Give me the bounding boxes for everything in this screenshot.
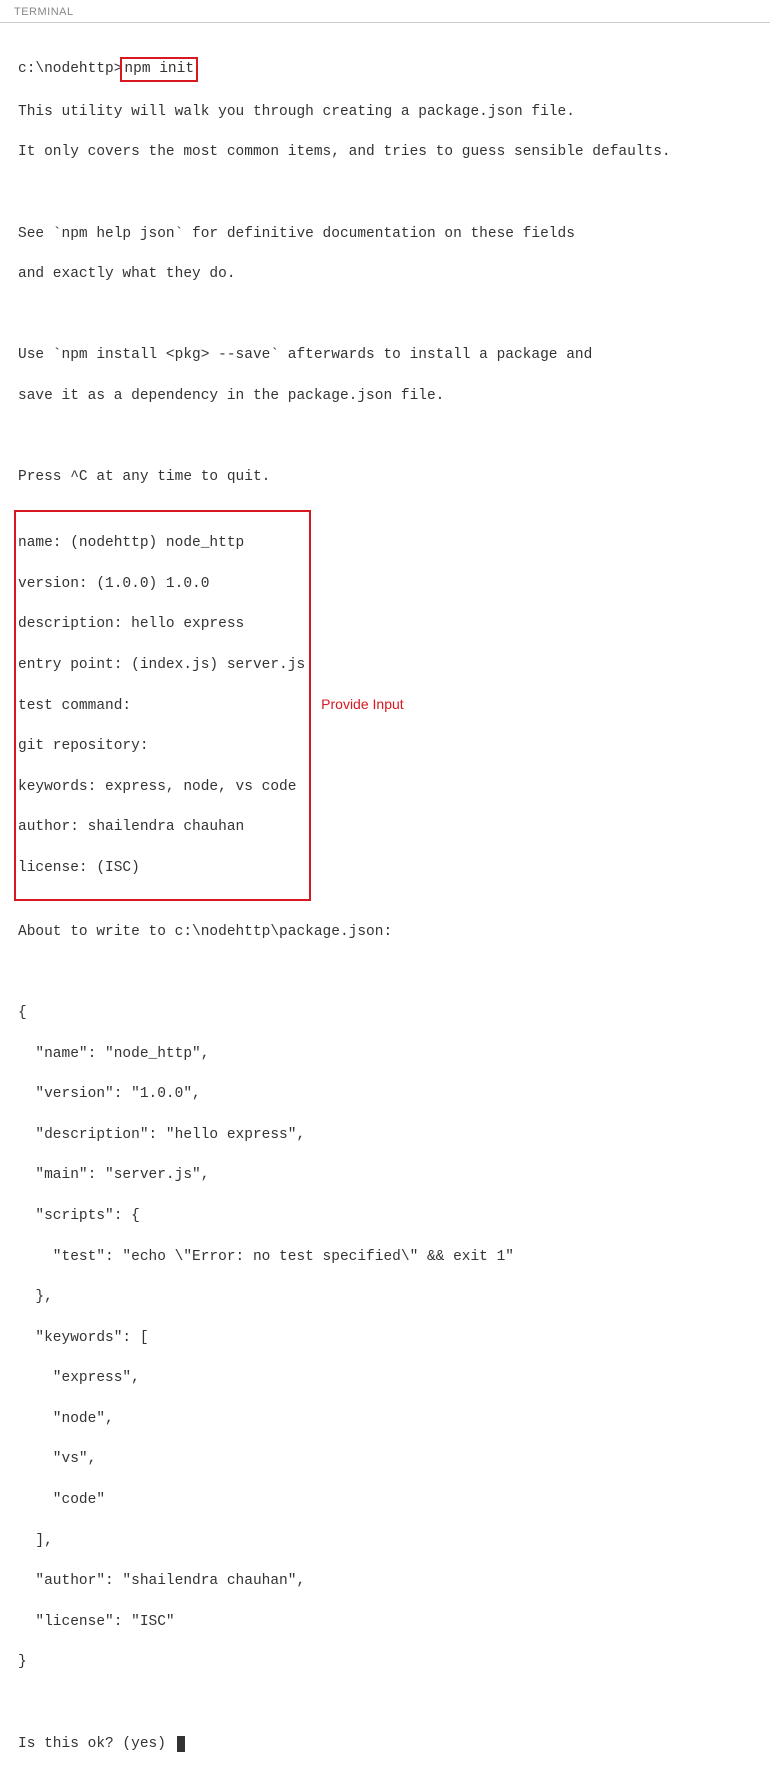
input-line: description: hello express xyxy=(18,614,305,634)
intro-line: and exactly what they do. xyxy=(18,264,752,284)
input-line: author: shailendra chauhan xyxy=(18,817,305,837)
json-line: "author": "shailendra chauhan", xyxy=(18,1571,752,1591)
json-line: "vs", xyxy=(18,1449,752,1469)
json-line: "scripts": { xyxy=(18,1206,752,1226)
intro-line: It only covers the most common items, an… xyxy=(18,142,752,162)
panel-title: TERMINAL xyxy=(14,6,74,18)
json-line: "name": "node_http", xyxy=(18,1044,752,1064)
json-line: ], xyxy=(18,1531,752,1551)
cursor-icon xyxy=(177,1736,185,1752)
blank-line xyxy=(18,305,752,325)
input-line: entry point: (index.js) server.js xyxy=(18,655,305,675)
json-line: "test": "echo \"Error: no test specified… xyxy=(18,1247,752,1267)
confirm-text: Is this ok? (yes) xyxy=(18,1736,175,1752)
blank-line xyxy=(18,183,752,203)
confirm-line: Is this ok? (yes) xyxy=(18,1734,752,1754)
json-line: "keywords": [ xyxy=(18,1328,752,1348)
intro-line: save it as a dependency in the package.j… xyxy=(18,386,752,406)
json-line: "version": "1.0.0", xyxy=(18,1084,752,1104)
input-highlight-box: name: (nodehttp) node_http version: (1.0… xyxy=(14,510,311,902)
blank-line xyxy=(18,1693,752,1713)
input-line: name: (nodehttp) node_http xyxy=(18,533,305,553)
command-text: npm init xyxy=(124,61,194,77)
prompt-line: c:\nodehttp>npm init xyxy=(18,57,752,81)
intro-line: Use `npm install <pkg> --save` afterward… xyxy=(18,345,752,365)
json-line: { xyxy=(18,1003,752,1023)
json-line: "code" xyxy=(18,1490,752,1510)
intro-line: This utility will walk you through creat… xyxy=(18,102,752,122)
panel-header: TERMINAL xyxy=(0,0,770,23)
input-line: keywords: express, node, vs code xyxy=(18,777,305,797)
blank-line xyxy=(18,962,752,982)
prompt-path: c:\nodehttp> xyxy=(18,61,122,77)
annotation-label: Provide Input xyxy=(321,695,404,715)
json-line: "license": "ISC" xyxy=(18,1612,752,1632)
input-line: git repository: xyxy=(18,736,305,756)
about-line: About to write to c:\nodehttp\package.js… xyxy=(18,922,752,942)
json-line: "main": "server.js", xyxy=(18,1165,752,1185)
input-line: version: (1.0.0) 1.0.0 xyxy=(18,574,305,594)
json-line: "express", xyxy=(18,1368,752,1388)
input-section-row: name: (nodehttp) node_http version: (1.0… xyxy=(18,508,752,902)
command-highlight: npm init xyxy=(120,57,198,81)
terminal-output[interactable]: c:\nodehttp>npm init This utility will w… xyxy=(0,23,770,1788)
input-line: test command: xyxy=(18,696,305,716)
intro-line: Press ^C at any time to quit. xyxy=(18,467,752,487)
json-line: "description": "hello express", xyxy=(18,1125,752,1145)
json-line: }, xyxy=(18,1287,752,1307)
json-line: } xyxy=(18,1652,752,1672)
json-line: "node", xyxy=(18,1409,752,1429)
blank-line xyxy=(18,427,752,447)
input-line: license: (ISC) xyxy=(18,858,305,878)
intro-line: See `npm help json` for definitive docum… xyxy=(18,224,752,244)
